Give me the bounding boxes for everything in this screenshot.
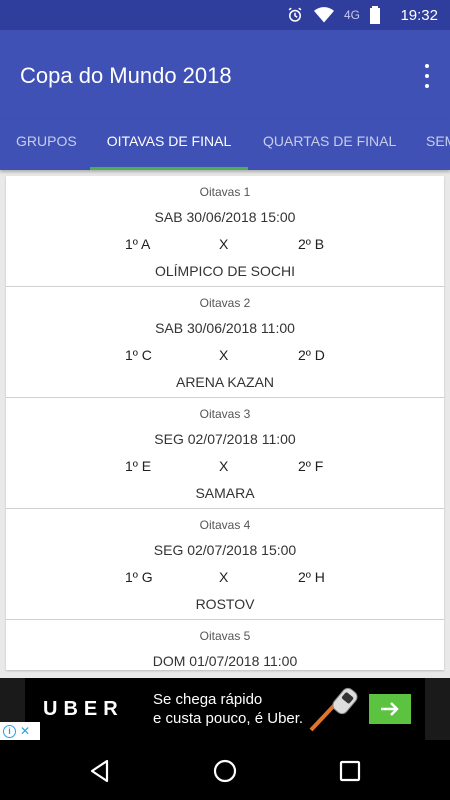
team-home: 1º C xyxy=(125,347,152,363)
match-round: Oitavas 5 xyxy=(199,629,251,643)
app-title: Copa do Mundo 2018 xyxy=(20,63,232,88)
match-stadium: ROSTOV xyxy=(195,596,255,612)
versus-label: X xyxy=(219,347,229,363)
tab-quartas-de-final[interactable]: QUARTAS DE FINAL xyxy=(263,120,396,170)
info-icon[interactable]: i xyxy=(3,724,16,738)
arrow-right-icon xyxy=(381,702,399,716)
match-stadium: OLÍMPICO DE SOCHI xyxy=(154,263,296,279)
match-datetime: DOM 01/07/2018 11:00 xyxy=(152,653,298,669)
ad-banner[interactable]: UBER Se chega rápido e custa pouco, é Ub… xyxy=(25,678,425,740)
team-away: 2º B xyxy=(298,236,325,252)
system-nav-bar xyxy=(0,740,450,800)
match-card[interactable]: Oitavas 4 SEG 02/07/2018 15:00 1º G X 2º… xyxy=(6,509,444,620)
match-datetime: SEG 02/07/2018 11:00 xyxy=(154,431,296,447)
close-icon[interactable]: ✕ xyxy=(20,724,30,738)
match-list[interactable]: Oitavas 1 SAB 30/06/2018 15:00 1º A X 2º… xyxy=(6,176,444,670)
match-datetime: SEG 02/07/2018 15:00 xyxy=(153,542,297,558)
match-card[interactable]: Oitavas 5 DOM 01/07/2018 11:00 xyxy=(6,620,444,670)
match-stadium: SAMARA xyxy=(195,485,255,501)
match-datetime: SAB 30/06/2018 11:00 xyxy=(155,320,295,336)
clock: 19:32 xyxy=(400,7,438,24)
wifi-icon xyxy=(313,7,334,23)
app-bar: Copa do Mundo 2018 xyxy=(0,30,450,120)
network-type-label: 4G xyxy=(343,8,360,22)
match-datetime: SAB 30/06/2018 15:00 xyxy=(154,209,296,225)
team-home: 1º E xyxy=(125,458,152,474)
recents-icon[interactable] xyxy=(337,758,363,784)
tab-grupos[interactable]: GRUPOS xyxy=(16,120,77,170)
team-away: 2º D xyxy=(298,347,325,363)
ad-cta-button[interactable] xyxy=(369,694,411,724)
team-away: 2º F xyxy=(298,458,324,474)
ad-choices[interactable]: i ✕ xyxy=(0,722,40,740)
tab-semi[interactable]: SEMI xyxy=(426,120,450,170)
match-round: Oitavas 4 xyxy=(199,518,251,532)
status-icons: 4G xyxy=(286,6,380,24)
status-bar: 4G 19:32 xyxy=(0,0,450,30)
tab-indicator xyxy=(90,167,248,170)
ad-slogan: Se chega rápido e custa pouco, é Uber. xyxy=(153,690,303,728)
back-icon[interactable] xyxy=(87,758,113,784)
battery-icon xyxy=(370,6,380,24)
tab-oitavas-de-final[interactable]: OITAVAS DE FINAL xyxy=(90,120,248,170)
ad-slogan-line1: Se chega rápido xyxy=(153,691,263,708)
team-home: 1º A xyxy=(125,236,151,252)
team-away: 2º H xyxy=(298,569,325,585)
alarm-icon xyxy=(288,7,302,22)
team-home: 1º G xyxy=(125,569,153,585)
home-icon[interactable] xyxy=(212,758,238,784)
match-card[interactable]: Oitavas 1 SAB 30/06/2018 15:00 1º A X 2º… xyxy=(6,176,444,287)
versus-label: X xyxy=(219,236,229,252)
match-round: Oitavas 1 xyxy=(199,185,251,199)
versus-label: X xyxy=(219,569,229,585)
ad-brand: UBER xyxy=(43,698,124,720)
tab-bar: GRUPOS OITAVAS DE FINAL QUARTAS DE FINAL… xyxy=(0,120,450,170)
car-icon xyxy=(309,687,358,732)
versus-label: X xyxy=(219,458,229,474)
match-round: Oitavas 2 xyxy=(199,296,251,310)
match-round: Oitavas 3 xyxy=(199,407,251,421)
match-card[interactable]: Oitavas 2 SAB 30/06/2018 11:00 1º C X 2º… xyxy=(6,287,444,398)
match-stadium: ARENA KAZAN xyxy=(175,374,275,390)
ad-slogan-line2: e custa pouco, é Uber. xyxy=(153,710,304,727)
ad-area: UBER Se chega rápido e custa pouco, é Ub… xyxy=(0,678,450,740)
match-card[interactable]: Oitavas 3 SEG 02/07/2018 11:00 1º E X 2º… xyxy=(6,398,444,509)
more-vert-icon[interactable] xyxy=(418,64,436,88)
